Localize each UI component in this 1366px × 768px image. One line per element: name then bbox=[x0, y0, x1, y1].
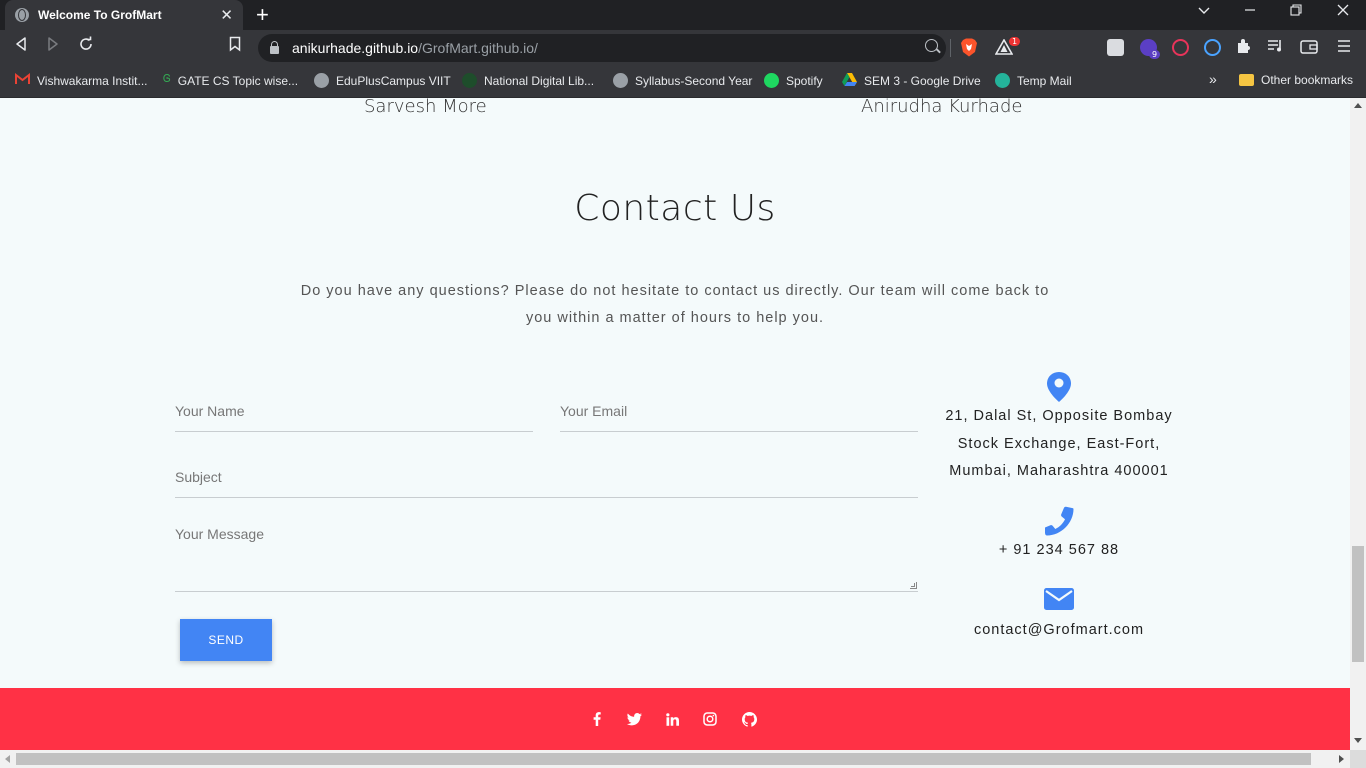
bookmark-ndl[interactable]: National Digital Lib... bbox=[462, 73, 594, 88]
bookmark-vishwakarma[interactable]: Vishwakarma Instit... bbox=[15, 72, 147, 88]
address-bar[interactable]: anikurhade.github.io/GrofMart.github.io/ bbox=[258, 34, 946, 62]
extension-photo-icon[interactable] bbox=[1107, 39, 1124, 56]
url-path: /GrofMart.github.io/ bbox=[418, 40, 538, 56]
name-field-wrapper bbox=[175, 403, 533, 432]
tab-search-chevron-icon[interactable] bbox=[1198, 3, 1210, 20]
lock-icon bbox=[270, 41, 279, 54]
email-input[interactable] bbox=[560, 403, 918, 419]
more-bookmarks-button[interactable]: » bbox=[1209, 71, 1217, 87]
restore-icon[interactable] bbox=[1290, 3, 1302, 20]
vertical-scroll-thumb[interactable] bbox=[1352, 546, 1364, 662]
contact-description: Do you have any questions? Please do not… bbox=[300, 283, 1050, 326]
globe-icon bbox=[15, 8, 29, 22]
brave-shields-icon[interactable] bbox=[960, 38, 977, 57]
scroll-right-arrow-icon[interactable] bbox=[1339, 755, 1344, 763]
url-host: anikurhade.github.io bbox=[292, 40, 419, 56]
vertical-scrollbar[interactable] bbox=[1350, 98, 1366, 750]
github-icon[interactable] bbox=[740, 710, 758, 728]
browser-toolbar: anikurhade.github.io/GrofMart.github.io/… bbox=[0, 30, 1366, 65]
rewards-badge: 1 bbox=[1009, 37, 1021, 46]
resize-handle-icon[interactable] bbox=[910, 582, 917, 589]
back-icon[interactable] bbox=[14, 36, 28, 57]
wallet-icon[interactable] bbox=[1300, 39, 1318, 56]
horizontal-scroll-thumb[interactable] bbox=[16, 753, 1311, 765]
ndl-icon bbox=[462, 73, 477, 88]
scroll-up-arrow-icon[interactable] bbox=[1354, 103, 1362, 108]
gfg-icon: Ꮆ bbox=[163, 73, 171, 85]
bookmark-spotify[interactable]: Spotify bbox=[764, 73, 823, 88]
other-bookmarks-folder[interactable]: Other bookmarks bbox=[1239, 73, 1353, 87]
bookmark-icon[interactable] bbox=[229, 36, 241, 57]
google-drive-icon bbox=[842, 73, 857, 88]
close-tab-icon[interactable]: ✕ bbox=[220, 6, 233, 24]
subject-field-wrapper bbox=[175, 469, 918, 498]
minimize-icon[interactable] bbox=[1244, 3, 1256, 20]
folder-icon bbox=[1239, 74, 1254, 86]
bookmarks-bar: Vishwakarma Instit... Ꮆ GATE CS Topic wi… bbox=[0, 65, 1366, 98]
send-button[interactable]: SEND bbox=[180, 619, 272, 661]
globe-icon bbox=[613, 73, 628, 88]
scroll-down-arrow-icon[interactable] bbox=[1354, 738, 1362, 743]
bookmark-google-drive[interactable]: SEM 3 - Google Drive bbox=[842, 73, 981, 88]
bookmark-temp-mail[interactable]: Temp Mail bbox=[995, 73, 1072, 88]
message-field-wrapper bbox=[175, 526, 918, 592]
close-window-icon[interactable] bbox=[1337, 3, 1349, 20]
email-field-wrapper bbox=[560, 403, 918, 432]
scrollbar-corner bbox=[1350, 750, 1366, 768]
map-marker-icon bbox=[1047, 372, 1071, 407]
name-input[interactable] bbox=[175, 403, 533, 419]
team-member-name: Anirudha Kurhade bbox=[861, 98, 1023, 117]
contact-phone: + 91 234 567 88 bbox=[998, 542, 1120, 558]
spotify-icon bbox=[764, 73, 779, 88]
message-textarea[interactable] bbox=[175, 526, 918, 586]
phone-icon bbox=[1044, 506, 1075, 541]
linkedin-icon[interactable] bbox=[663, 710, 681, 728]
horizontal-scrollbar[interactable] bbox=[0, 750, 1350, 768]
scroll-left-arrow-icon[interactable] bbox=[5, 755, 10, 763]
playlist-icon[interactable] bbox=[1267, 38, 1284, 55]
bookmark-eduplus[interactable]: EduPlusCampus VIIT bbox=[314, 73, 451, 88]
forward-icon[interactable] bbox=[46, 36, 60, 57]
team-member-name: Sarvesh More bbox=[364, 98, 487, 117]
menu-icon[interactable] bbox=[1337, 38, 1354, 55]
gmail-icon bbox=[15, 72, 30, 88]
browser-tab[interactable]: Welcome To GrofMart ✕ bbox=[5, 0, 243, 30]
page-viewport: Sarvesh More Anirudha Kurhade Contact Us… bbox=[0, 98, 1350, 750]
extensions-puzzle-icon[interactable] bbox=[1236, 38, 1253, 55]
tab-title: Welcome To GrofMart bbox=[38, 8, 162, 22]
bookmark-syllabus[interactable]: Syllabus-Second Year bbox=[613, 73, 752, 88]
bookmark-gate-cs[interactable]: Ꮆ GATE CS Topic wise... bbox=[163, 73, 298, 88]
contact-email: contact@Grofmart.com bbox=[973, 622, 1145, 638]
instagram-icon[interactable] bbox=[701, 710, 719, 728]
extension-play-icon[interactable] bbox=[1172, 39, 1189, 56]
subject-input[interactable] bbox=[175, 469, 918, 485]
contact-address: 21, Dalal St, Opposite Bombay Stock Exch… bbox=[945, 408, 1173, 479]
new-tab-button[interactable]: + bbox=[256, 2, 269, 28]
temp-mail-icon bbox=[995, 73, 1010, 88]
zoom-icon[interactable] bbox=[925, 39, 938, 52]
tab-strip: Welcome To GrofMart ✕ + bbox=[0, 0, 1366, 30]
twitter-icon[interactable] bbox=[625, 710, 643, 728]
globe-icon bbox=[314, 73, 329, 88]
footer bbox=[0, 688, 1350, 750]
envelope-icon bbox=[1044, 588, 1074, 615]
extension-clock-icon[interactable] bbox=[1204, 39, 1221, 56]
toolbar-divider bbox=[950, 39, 951, 57]
facebook-icon[interactable] bbox=[588, 710, 606, 728]
reload-icon[interactable] bbox=[78, 36, 94, 57]
extension-badge: 9 bbox=[1149, 50, 1161, 59]
contact-title: Contact Us bbox=[574, 188, 776, 229]
